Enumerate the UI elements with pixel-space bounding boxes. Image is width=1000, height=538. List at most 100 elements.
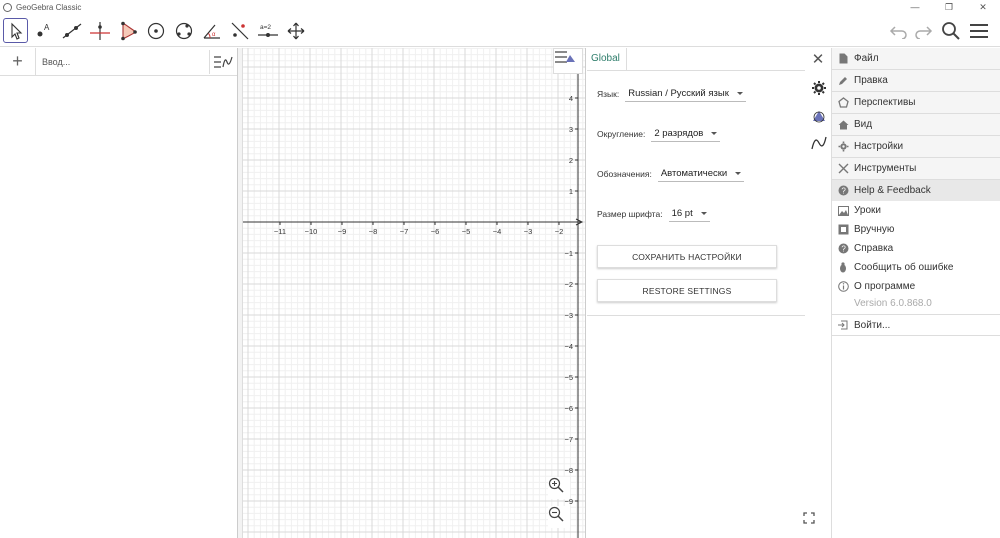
window-controls: — ❐ ✕ xyxy=(898,0,1000,14)
labeling-label: Обозначения: xyxy=(597,169,652,179)
angle-tool-button[interactable]: α xyxy=(199,18,224,43)
labeling-row: Обозначения: Автоматически xyxy=(597,166,745,182)
menu-label: Инструменты xyxy=(854,163,917,174)
help-icon: ? xyxy=(832,185,854,196)
graphics-settings-tab[interactable] xyxy=(810,107,828,125)
help-item-help[interactable]: ? Справка xyxy=(832,239,1000,258)
circle-center-tool-button[interactable] xyxy=(143,18,168,43)
help-item-tutorials[interactable]: Уроки xyxy=(832,201,1000,220)
menu-item-perspectives[interactable]: Перспективы xyxy=(832,92,1000,114)
polygon-icon xyxy=(120,21,137,40)
main-menu-button[interactable] xyxy=(966,18,992,44)
move-tool-button[interactable] xyxy=(3,18,28,43)
menu-item-file[interactable]: Файл xyxy=(832,48,1000,70)
fontsize-label: Размер шрифта: xyxy=(597,209,663,219)
x-tick-label: −10 xyxy=(305,227,318,236)
svg-text:?: ? xyxy=(841,186,846,195)
algebra-curve-icon xyxy=(811,136,827,150)
maximize-button[interactable]: ❐ xyxy=(932,0,966,14)
save-settings-button[interactable]: СОХРАНИТЬ НАСТРОЙКИ xyxy=(597,245,777,268)
menu-item-view[interactable]: Вид xyxy=(832,114,1000,136)
search-icon xyxy=(942,22,960,40)
polygon-tool-button[interactable] xyxy=(115,18,140,43)
help-item-report-bug[interactable]: Сообщить об ошибке xyxy=(832,258,1000,277)
menu-label: Вручную xyxy=(854,224,895,235)
angle-icon: α xyxy=(203,24,220,39)
line-icon xyxy=(62,23,81,38)
point-icon: A xyxy=(37,23,50,36)
menu-label: Файл xyxy=(854,53,879,64)
settings-gear-tab[interactable] xyxy=(810,79,828,97)
x-tick-label: −8 xyxy=(369,227,378,236)
x-tick-label: −9 xyxy=(338,227,347,236)
reflect-tool-button[interactable] xyxy=(227,18,252,43)
labeling-select[interactable]: Автоматически xyxy=(657,166,745,182)
fontsize-value: 16 pt xyxy=(671,208,693,219)
zoom-in-button[interactable] xyxy=(548,477,570,499)
restore-settings-button[interactable]: RESTORE SETTINGS xyxy=(597,279,777,302)
menu-item-help-feedback[interactable]: ? Help & Feedback xyxy=(832,180,1000,202)
move-arrows-icon xyxy=(287,22,304,39)
y-tick-label: 4 xyxy=(569,94,573,103)
menu-label: Вид xyxy=(854,119,873,130)
language-select[interactable]: Russian / Русский язык xyxy=(625,86,746,102)
graphics-style-icon xyxy=(555,51,575,63)
menu-item-settings[interactable]: Настройки xyxy=(832,136,1000,158)
circle-center-icon xyxy=(147,22,164,39)
add-input-button[interactable]: + xyxy=(0,47,36,76)
search-button[interactable] xyxy=(938,18,964,44)
menu-label: Перспективы xyxy=(854,97,916,108)
undo-button[interactable] xyxy=(886,18,912,44)
y-tick-label: 2 xyxy=(569,156,573,165)
circle-three-points-tool-button[interactable] xyxy=(171,18,196,43)
close-window-button[interactable]: ✕ xyxy=(966,0,1000,14)
y-tick-label: 3 xyxy=(569,125,573,134)
svg-text:A: A xyxy=(44,23,50,32)
redo-icon xyxy=(915,26,933,39)
coordinate-grid: −11 −10 −9 −8 −7 −6 −5 −4 −3 −2 4 3 2 1 −1 −2 −3 −4 −5 −6 −7… xyxy=(243,48,585,538)
algebra-input[interactable]: Ввод... xyxy=(42,57,70,67)
title-bar: GeoGebra Classic — ❐ ✕ xyxy=(0,0,1000,14)
slider-tool-button[interactable]: a=2 xyxy=(255,18,280,43)
y-tick-label: 1 xyxy=(569,187,573,196)
perpendicular-tool-button[interactable] xyxy=(87,18,112,43)
perpendicular-icon xyxy=(89,21,110,40)
fullscreen-button[interactable] xyxy=(801,510,817,526)
hamburger-menu-icon xyxy=(970,24,988,38)
fontsize-row: Размер шрифта: 16 pt xyxy=(597,206,710,222)
fullscreen-icon xyxy=(803,512,815,524)
home-icon xyxy=(832,120,854,130)
menu-item-tools[interactable]: Инструменты xyxy=(832,158,1000,180)
manual-icon xyxy=(832,224,854,235)
rounding-select[interactable]: 2 разрядов xyxy=(651,126,721,142)
file-icon xyxy=(832,53,854,64)
graphics-style-button[interactable] xyxy=(553,48,583,74)
algebra-settings-tab[interactable] xyxy=(810,134,828,152)
menu-label: Справка xyxy=(854,243,894,254)
algebra-style-button[interactable] xyxy=(209,50,235,74)
rounding-value: 2 разрядов xyxy=(654,128,704,139)
svg-text:α: α xyxy=(212,32,216,38)
line-tool-button[interactable] xyxy=(59,18,84,43)
slider-icon: a=2 xyxy=(257,24,278,37)
gear-icon xyxy=(812,81,826,95)
graphics-view[interactable]: −11 −10 −9 −8 −7 −6 −5 −4 −3 −2 4 3 2 1 −1 −2 −3 −4 −5 −6 −7… xyxy=(243,48,586,538)
zoom-out-button[interactable] xyxy=(548,506,570,528)
x-tick-label: −7 xyxy=(400,227,409,236)
help-item-manual[interactable]: Вручную xyxy=(832,220,1000,239)
sign-in-item[interactable]: Войти... xyxy=(832,314,1000,336)
help-item-about[interactable]: О программе xyxy=(832,277,1000,296)
zoom-out-icon xyxy=(548,506,564,522)
redo-button[interactable] xyxy=(910,18,936,44)
move-graphics-tool-button[interactable] xyxy=(283,18,308,43)
gear-icon xyxy=(832,141,854,152)
main-menu: Файл Правка Перспективы Вид Настройки Ин… xyxy=(831,48,1000,538)
graphics-triangle-icon xyxy=(813,111,825,123)
menu-item-edit[interactable]: Правка xyxy=(832,70,1000,92)
minimize-button[interactable]: — xyxy=(898,0,932,14)
fontsize-select[interactable]: 16 pt xyxy=(668,206,710,222)
algebra-view: + Ввод... xyxy=(0,47,238,538)
close-settings-button[interactable]: ✕ xyxy=(810,52,826,68)
point-tool-button[interactable]: A xyxy=(31,18,56,43)
tab-global[interactable]: Global xyxy=(587,48,627,70)
